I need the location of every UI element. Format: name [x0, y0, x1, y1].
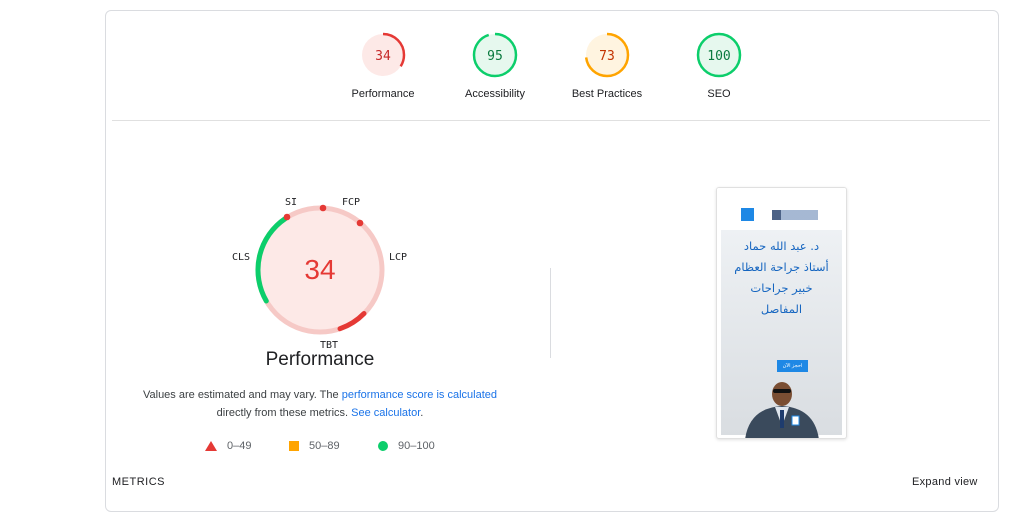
vertical-divider: [550, 268, 551, 358]
gauge-score: 73: [599, 49, 615, 64]
gauge-score: 95: [487, 49, 503, 64]
fcp-label: FCP: [342, 197, 360, 208]
score-calculated-link[interactable]: performance score is calculated: [342, 389, 497, 401]
metrics-heading: METRICS: [112, 476, 165, 488]
doctor-photo: [745, 382, 819, 438]
hero-button: احجز الآن: [777, 360, 808, 372]
note-text-3: .: [420, 407, 424, 419]
menu-icon: [741, 208, 754, 221]
legend-fail-label: 0–49: [227, 440, 252, 452]
legend-average: 50–89: [289, 440, 340, 452]
si-marker: [283, 213, 291, 221]
performance-gauge[interactable]: 34 Performance: [328, 30, 438, 100]
best-practices-gauge-ring: 73: [584, 32, 630, 78]
fail-triangle-icon: [205, 441, 217, 451]
screenshot-header: [717, 188, 846, 228]
final-screenshot[interactable]: د. عبد الله حماد أستاذ جراحة العظام خبير…: [716, 187, 847, 439]
screenshot-hero: د. عبد الله حماد أستاذ جراحة العظام خبير…: [721, 230, 842, 438]
pass-circle-icon: [378, 441, 388, 451]
hero-heading: د. عبد الله حماد أستاذ جراحة العظام خبير…: [734, 239, 829, 316]
metrics-gauge-score: 34: [304, 254, 335, 285]
best-practices-gauge-label: Best Practices: [571, 88, 643, 100]
accessibility-gauge-ring: 95: [472, 32, 518, 78]
metrics-gauge-svg: 34 SI FCP LCP TBT CLS: [232, 197, 407, 351]
seo-gauge-ring: 100: [696, 32, 742, 78]
gauge-score: 34: [375, 49, 391, 64]
note-text-2: directly from these metrics.: [216, 407, 352, 419]
site-logo: [772, 210, 818, 220]
accessibility-gauge-label: Accessibility: [465, 88, 525, 100]
legend-fail: 0–49: [205, 440, 251, 452]
performance-gauge-ring: 34: [360, 32, 406, 78]
legend-pass-label: 90–100: [398, 440, 435, 452]
lcp-label: LCP: [389, 252, 407, 263]
performance-gauge-label: Performance: [351, 88, 415, 100]
seo-gauge[interactable]: 100 SEO: [664, 30, 774, 100]
see-calculator-link[interactable]: See calculator: [351, 407, 420, 419]
note-text-1: Values are estimated and may vary. The: [142, 389, 342, 401]
expand-view-toggle[interactable]: Expand view: [912, 476, 978, 488]
score-gauges: 34 Performance 95 Accessibility 73 Best …: [105, 30, 997, 110]
performance-title: Performance: [265, 349, 375, 370]
score-note: Values are estimated and may vary. The p…: [130, 386, 510, 422]
gauge-score: 100: [707, 49, 730, 64]
best-practices-gauge[interactable]: 73 Best Practices: [552, 30, 662, 100]
si-label: SI: [285, 197, 297, 208]
average-square-icon: [289, 441, 299, 451]
legend-average-label: 50–89: [309, 440, 340, 452]
legend-pass: 90–100: [378, 440, 435, 452]
seo-gauge-label: SEO: [707, 88, 731, 100]
fcp-marker: [319, 204, 327, 212]
accessibility-gauge[interactable]: 95 Accessibility: [440, 30, 550, 100]
lcp-marker: [356, 219, 364, 227]
section-divider: [112, 120, 990, 121]
cls-label: CLS: [232, 252, 250, 263]
